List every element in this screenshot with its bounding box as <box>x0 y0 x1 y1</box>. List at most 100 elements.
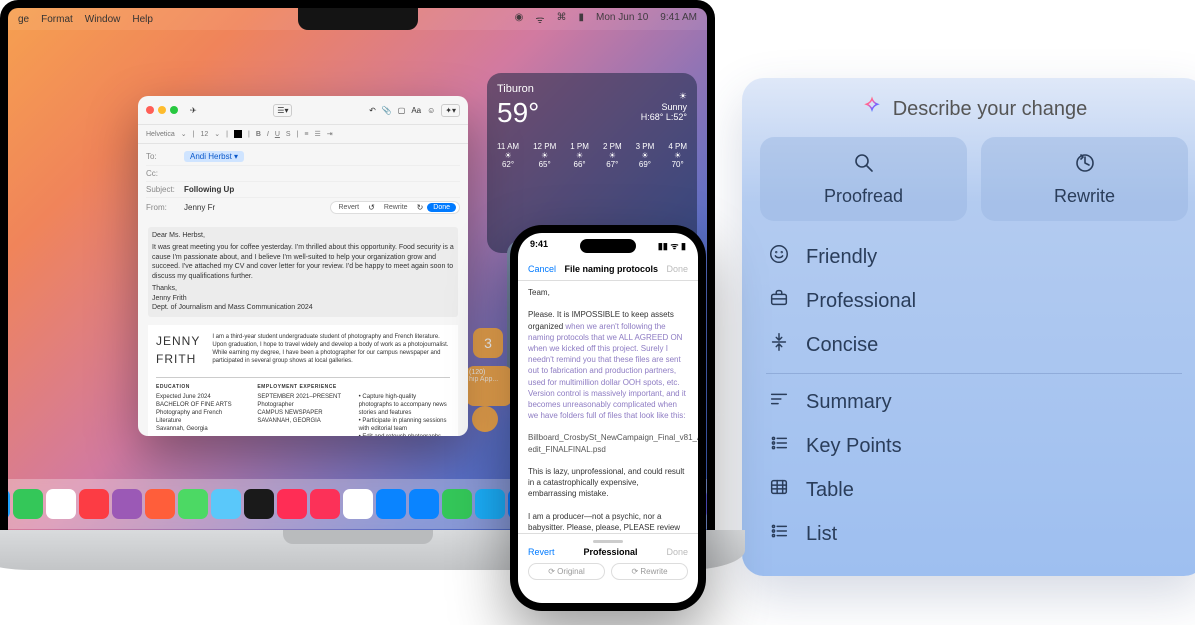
menu-item[interactable]: ge <box>18 14 29 25</box>
menu-item[interactable]: Window <box>85 14 121 25</box>
done-button[interactable]: Done <box>666 264 688 274</box>
menubar-date[interactable]: Mon Jun 10 <box>596 12 648 26</box>
dock-app[interactable] <box>343 489 373 519</box>
dock-app[interactable] <box>244 489 274 519</box>
dock-app[interactable] <box>277 489 307 519</box>
cc-label: Cc: <box>146 169 178 178</box>
grabber[interactable] <box>593 540 623 543</box>
panel-title: Describe your change <box>893 98 1088 121</box>
list-icon <box>768 520 790 548</box>
transform-summary[interactable]: Summary <box>766 380 1182 424</box>
attach-icon[interactable]: 📎 <box>382 106 392 115</box>
header-toggle-icon[interactable]: ☰▾ <box>273 104 292 117</box>
resume-col: Expected June 2024 BACHELOR OF FINE ARTS… <box>156 393 247 436</box>
reminders-count[interactable]: 3 <box>473 328 503 358</box>
undo-icon[interactable]: ↶ <box>369 106 376 115</box>
indent-button[interactable]: ⇥ <box>327 130 333 138</box>
minimize-button[interactable] <box>158 106 166 114</box>
rewrite-button[interactable]: Rewrite <box>379 203 413 212</box>
to-contact[interactable]: Andi Herbst ▾ <box>184 151 244 162</box>
label: List <box>806 523 837 546</box>
rewrite-button[interactable]: ⟳ Rewrite <box>611 563 688 580</box>
send-icon[interactable]: ✈ <box>190 106 197 115</box>
collapse-icon <box>768 331 790 359</box>
menu-item[interactable]: Help <box>132 14 153 25</box>
writing-tools-icon[interactable]: ✦▾ <box>441 104 460 117</box>
shortcut-widget[interactable] <box>472 406 498 432</box>
align-button[interactable]: ≡ <box>304 131 308 138</box>
menubar-time[interactable]: 9:41 AM <box>660 12 697 26</box>
status-time: 9:41 <box>530 239 548 252</box>
close-button[interactable] <box>146 106 154 114</box>
mail-toolbar: ✈ ☰▾ ↶ 📎 ▢ Aa ☺ ✦▾ <box>138 96 468 124</box>
writing-tools-panel: Describe your change Proofread Rewrite F… <box>742 78 1195 576</box>
tone-concise[interactable]: Concise <box>766 323 1182 367</box>
format-icon[interactable]: Aa <box>411 106 421 115</box>
list-button[interactable]: ☰ <box>315 130 321 138</box>
transform-keypoints[interactable]: Key Points <box>766 424 1182 468</box>
rewrite-label: Rewrite <box>981 186 1188 207</box>
resume-lastname: FRITH <box>156 351 200 367</box>
font-select[interactable]: Helvetica <box>146 131 175 138</box>
transform-table[interactable]: Table <box>766 468 1182 512</box>
proofread-button[interactable]: Proofread <box>760 137 967 221</box>
image-icon[interactable]: ▢ <box>398 106 406 115</box>
dock-app[interactable] <box>310 489 340 519</box>
revert-icon: ↺ <box>368 203 375 212</box>
transform-list[interactable]: List <box>766 512 1182 556</box>
color-swatch[interactable] <box>234 130 242 138</box>
dock-app[interactable] <box>442 489 472 519</box>
font-size[interactable]: 12 <box>201 131 209 138</box>
label: Concise <box>806 334 878 357</box>
bold-button[interactable]: B <box>256 131 261 138</box>
rewrite-button[interactable]: Rewrite <box>981 137 1188 221</box>
emoji-icon[interactable]: ☺ <box>427 106 435 115</box>
writing-tools-bar: Revert Professional Done ⟳ Original ⟳ Re… <box>518 533 698 586</box>
dock-app[interactable] <box>145 489 175 519</box>
divider <box>766 373 1182 374</box>
dock-app[interactable] <box>79 489 109 519</box>
panel-header[interactable]: Describe your change <box>760 96 1188 123</box>
zoom-button[interactable] <box>170 106 178 114</box>
strike-button[interactable]: S <box>286 131 291 138</box>
revert-button[interactable]: Revert <box>334 203 365 212</box>
dock-app[interactable] <box>409 489 439 519</box>
done-button[interactable]: Done <box>666 547 688 557</box>
revert-button[interactable]: Revert <box>528 547 555 557</box>
subject-value[interactable]: Following Up <box>184 185 234 194</box>
dock-app[interactable] <box>13 489 43 519</box>
mail-body[interactable]: Dear Ms. Herbst, It was great meeting yo… <box>138 221 468 436</box>
weather-hours: 11 AM☀62°12 PM☀65°1 PM☀66°2 PM☀67°3 PM☀6… <box>497 142 687 169</box>
dock-app[interactable] <box>475 489 505 519</box>
greeting: Dear Ms. Herbst, <box>152 231 454 240</box>
status-icon[interactable]: ◉ <box>515 12 524 26</box>
signature: Jenny Frith <box>152 294 454 303</box>
dock-app[interactable] <box>376 489 406 519</box>
dock-app[interactable] <box>8 489 10 519</box>
resume-col: • Capture high-quality photographs to ac… <box>359 393 450 436</box>
cancel-button[interactable]: Cancel <box>528 264 556 274</box>
done-button[interactable]: Done <box>427 203 456 212</box>
filename-example: Billboard_CrosbySt_NewCampaign_Final_v81… <box>528 432 688 454</box>
menu-item[interactable]: Format <box>41 14 73 25</box>
dock-app[interactable] <box>211 489 241 519</box>
from-label: From: <box>146 203 178 212</box>
dock-app[interactable] <box>46 489 76 519</box>
underline-button[interactable]: U <box>275 131 280 138</box>
calls-widget[interactable]: (120)hip App... <box>466 366 512 406</box>
battery-icon[interactable]: ▮ <box>579 12 585 26</box>
note-body[interactable]: Team, Please. It is IMPOSSIBLE to keep a… <box>518 281 698 533</box>
section-heading: EDUCATION <box>156 384 247 391</box>
subject-label: Subject: <box>146 185 178 194</box>
notes-nav: Cancel File naming protocols Done <box>518 258 698 281</box>
dock-app[interactable] <box>178 489 208 519</box>
original-button[interactable]: ⟳ Original <box>528 563 605 580</box>
signature: Dept. of Journalism and Mass Communicati… <box>152 303 454 312</box>
wifi-icon[interactable]: ᯤ <box>535 12 544 26</box>
control-center-icon[interactable]: ⌘ <box>557 12 567 26</box>
tone-friendly[interactable]: Friendly <box>766 235 1182 279</box>
dock-app[interactable] <box>112 489 142 519</box>
tone-professional[interactable]: Professional <box>766 279 1182 323</box>
italic-button[interactable]: I <box>267 131 269 138</box>
label: Summary <box>806 391 892 414</box>
